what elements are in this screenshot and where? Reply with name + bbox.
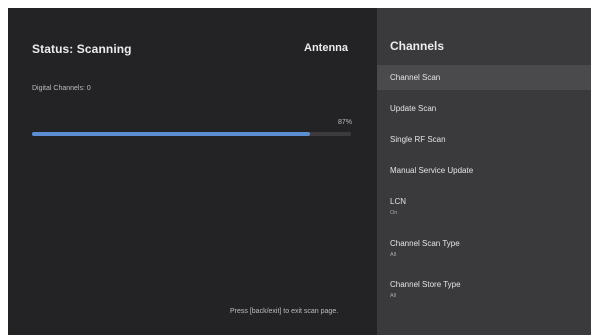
scan-progress-bar [32, 132, 351, 136]
menu-item-label: Single RF Scan [390, 135, 446, 144]
menu-item-label: LCN [390, 197, 407, 206]
exit-hint: Press [back/exit] to exit scan page. [230, 308, 339, 315]
menu-item-manual-service-update[interactable]: Manual Service Update [377, 158, 591, 183]
menu-item-update-scan[interactable]: Update Scan [377, 96, 591, 121]
tv-screen: Status: Scanning Antenna Digital Channel… [8, 8, 591, 335]
menu-item-label: Channel Store Type [390, 280, 461, 289]
menu-item-label: Manual Service Update [390, 166, 474, 175]
menu-item-label: Channel Scan [390, 73, 441, 82]
scan-source-label: Antenna [304, 42, 348, 54]
scan-status-pane: Status: Scanning Antenna Digital Channel… [8, 8, 377, 335]
scan-progress-fill [32, 132, 310, 136]
channels-panel: Channels Channel Scan Update Scan Single… [377, 8, 591, 335]
menu-item-lcn[interactable]: LCN On [377, 190, 591, 226]
panel-title: Channels [390, 39, 445, 53]
menu-item-label: Channel Scan Type [390, 239, 460, 248]
menu-item-channel-scan-type[interactable]: Channel Scan Type All [377, 232, 591, 268]
menu-item-value: On [390, 210, 398, 216]
menu-item-channel-store-type[interactable]: Channel Store Type All [377, 273, 591, 309]
digital-channels-count: Digital Channels: 0 [32, 85, 91, 92]
scan-status-title: Status: Scanning [32, 42, 132, 56]
progress-percentage: 87% [338, 119, 353, 126]
menu-item-single-rf-scan[interactable]: Single RF Scan [377, 127, 591, 152]
menu-item-value: All [390, 252, 397, 258]
menu-item-value: All [390, 293, 397, 299]
menu-item-channel-scan[interactable]: Channel Scan [377, 65, 591, 90]
menu-item-label: Update Scan [390, 104, 437, 113]
